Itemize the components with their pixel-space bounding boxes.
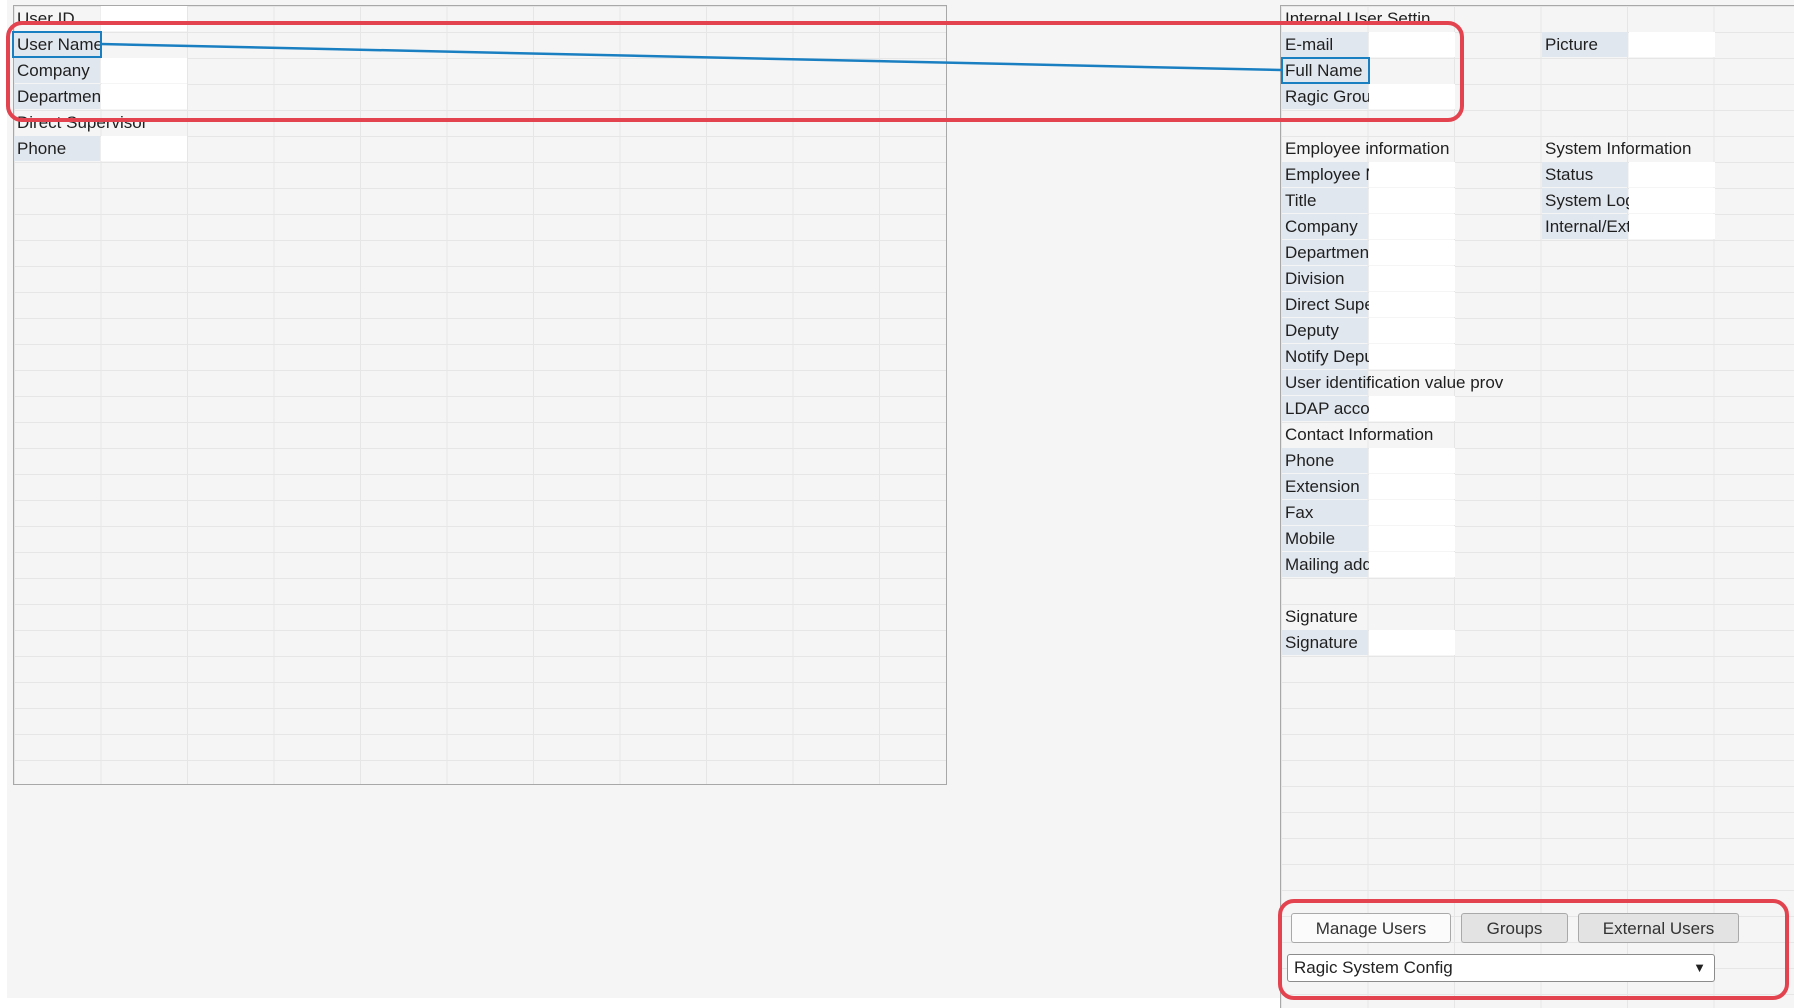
right-label-division[interactable]: Division [1282,266,1368,291]
section-system-information[interactable]: System Information [1542,136,1714,161]
right-label-direct-supervisor[interactable]: Direct Supervisor [1282,292,1415,317]
right-value-direct-supervisor[interactable] [1369,292,1455,317]
right-value-phone[interactable] [1369,448,1455,473]
section-contact-information[interactable]: Contact Information [1282,422,1454,447]
right-label-department[interactable]: Department [1282,240,1374,265]
right-value-extension[interactable] [1369,474,1455,499]
right-label-company[interactable]: Company [1282,214,1368,239]
right-value-internal-external[interactable] [1629,214,1715,239]
right-label-extension[interactable]: Extension [1282,474,1368,499]
highlight-box-navigation [1278,899,1789,1000]
right-value-system-log[interactable] [1629,188,1715,213]
right-value-fax[interactable] [1369,500,1455,525]
right-value-mobile[interactable] [1369,526,1455,551]
left-label-phone[interactable]: Phone [14,136,100,161]
right-label-ldap-account[interactable]: LDAP account [1282,396,1393,421]
right-value-company[interactable] [1369,214,1455,239]
right-label-status[interactable]: Status [1542,162,1628,187]
right-label-phone[interactable]: Phone [1282,448,1368,473]
right-label-deputy[interactable]: Deputy [1282,318,1368,343]
right-label-notify-deputy[interactable]: Notify Deputy [1282,344,1387,369]
right-value-employee-number[interactable] [1369,162,1455,187]
right-label-signature[interactable]: Signature [1282,630,1368,655]
right-label-user-identification[interactable]: User identification value prov [1282,370,1503,395]
right-label-employee-number[interactable]: Employee Number [1282,162,1426,187]
right-label-fax[interactable]: Fax [1282,500,1368,525]
right-value-division[interactable] [1369,266,1455,291]
right-value-notify-deputy[interactable] [1369,344,1455,369]
right-label-system-log[interactable]: System Log [1542,188,1635,213]
right-label-picture[interactable]: Picture [1542,32,1628,57]
right-value-ldap-account[interactable] [1369,396,1455,421]
right-value-deputy[interactable] [1369,318,1455,343]
right-value-title[interactable] [1369,188,1455,213]
highlight-box-field-mapping [6,21,1464,122]
right-label-internal-external[interactable]: Internal/External [1542,214,1669,239]
right-value-signature[interactable] [1369,630,1455,655]
right-value-department[interactable] [1369,240,1455,265]
section-signature[interactable]: Signature [1282,604,1454,629]
right-value-picture[interactable] [1629,32,1715,57]
right-value-status[interactable] [1629,162,1715,187]
right-label-mobile[interactable]: Mobile [1282,526,1368,551]
left-value-phone[interactable] [101,136,187,161]
right-label-title[interactable]: Title [1282,188,1368,213]
right-value-mailing-address[interactable] [1369,552,1455,577]
section-employee-information[interactable]: Employee information [1282,136,1454,161]
right-label-mailing-address[interactable]: Mailing address [1282,552,1404,577]
